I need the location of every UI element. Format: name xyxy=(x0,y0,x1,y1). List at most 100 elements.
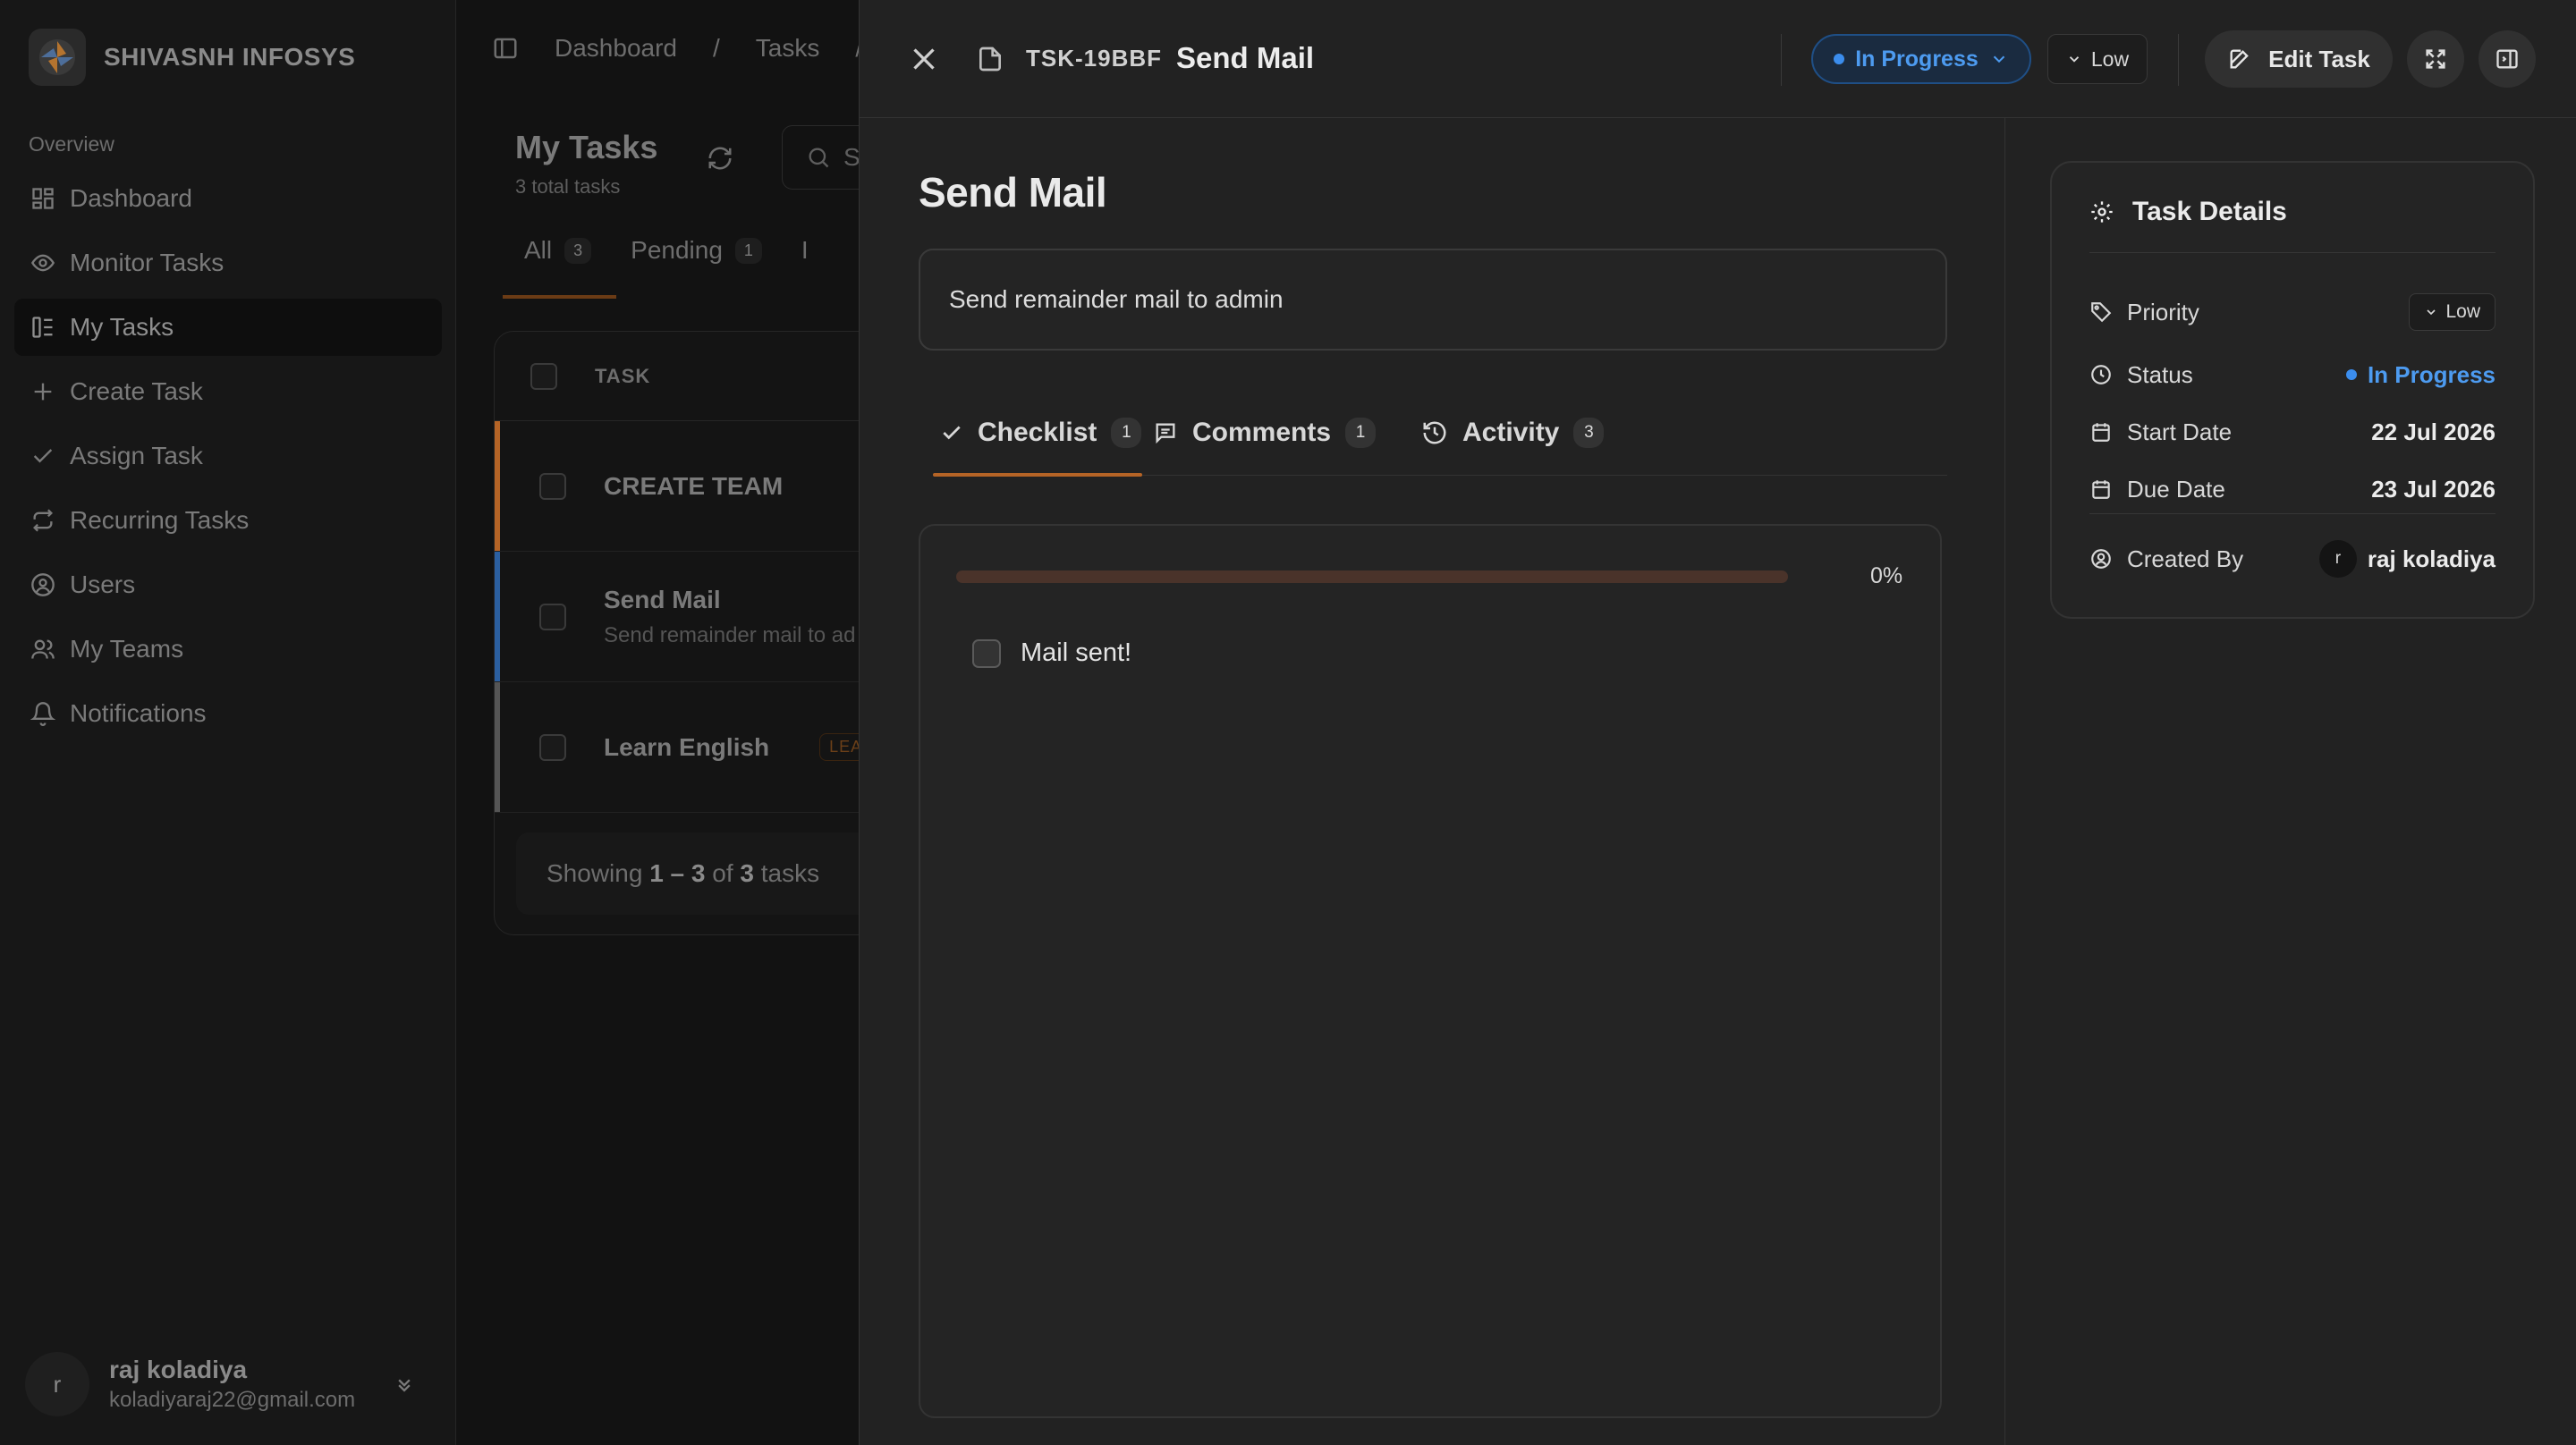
tag-icon xyxy=(2091,302,2112,323)
sidebar-item-label: Assign Task xyxy=(70,442,203,469)
row-checkbox[interactable] xyxy=(539,603,566,630)
bell-icon xyxy=(30,702,55,726)
sidebar-toggle-icon[interactable] xyxy=(492,35,519,62)
detail-row-due-date: Due Date 23 Jul 2026 xyxy=(2089,467,2496,511)
select-all-checkbox[interactable] xyxy=(530,362,557,390)
checklist-item-label: Mail sent! xyxy=(1021,638,1132,667)
breadcrumb-separator: / xyxy=(712,34,720,62)
user-circle-icon xyxy=(31,573,55,596)
sidebar-item-my-tasks[interactable]: My Tasks xyxy=(14,299,442,356)
task-details-title: Task Details xyxy=(2132,197,2287,226)
created-by-name: raj koladiya xyxy=(2367,545,2496,572)
brand[interactable]: SHIVASNH INFOSYS xyxy=(29,29,355,86)
chevron-down-icon xyxy=(2427,309,2436,316)
drawer-header: TSK-19BBF Send Mail In Progress Low Edit… xyxy=(860,0,2576,118)
checklist-panel: 0% Mail sent! xyxy=(919,524,1942,1418)
calendar-icon xyxy=(2092,423,2110,442)
user-name: raj koladiya xyxy=(109,1356,248,1383)
edit-task-label: Edit Task xyxy=(2268,45,2370,72)
showing-range: 1 – 3 xyxy=(649,859,706,887)
tab-comments[interactable]: Comments 1 xyxy=(1153,390,1377,476)
breadcrumb-dashboard[interactable]: Dashboard xyxy=(555,34,677,63)
tab-in-progress[interactable]: I xyxy=(801,236,809,299)
sidebar-item-assign-task[interactable]: Assign Task xyxy=(14,427,442,485)
task-id: TSK-19BBF xyxy=(1026,45,1163,72)
priority-label: Priority xyxy=(2127,298,2199,325)
edit-task-button[interactable]: Edit Task xyxy=(2205,30,2393,88)
tab-checklist[interactable]: Checklist 1 xyxy=(933,390,1142,477)
page-title: My Tasks xyxy=(515,129,658,165)
priority-label: Low xyxy=(2090,46,2130,71)
search-icon xyxy=(809,148,829,168)
close-icon[interactable] xyxy=(908,43,940,75)
task-filter-tabs: All 3 Pending 1 I xyxy=(502,236,809,299)
sidebar-item-label: Dashboard xyxy=(70,184,192,212)
showing-prefix: Showing xyxy=(547,859,643,887)
task-details-card: Task Details Priority Low Status In Prog… xyxy=(2050,161,2535,619)
breadcrumb: Dashboard / Tasks / xyxy=(492,34,860,63)
sidebar-item-label: Monitor Tasks xyxy=(70,249,225,276)
tab-label: Pending xyxy=(631,236,723,264)
tab-pending[interactable]: Pending 1 xyxy=(631,236,762,299)
tab-count: 1 xyxy=(1111,418,1142,448)
table-row[interactable]: CREATE TEAM xyxy=(495,421,860,552)
user-circle-icon xyxy=(2091,549,2111,569)
checklist-item-checkbox[interactable] xyxy=(972,638,1001,668)
refresh-icon[interactable] xyxy=(707,145,733,172)
row-checkbox[interactable] xyxy=(539,472,566,500)
tab-label: All xyxy=(524,236,553,264)
sidebar-item-notifications[interactable]: Notifications xyxy=(14,685,442,742)
start-date-value: 22 Jul 2026 xyxy=(2371,418,2496,445)
tab-all[interactable]: All 3 xyxy=(502,236,617,299)
showing-suffix: tasks xyxy=(760,859,820,887)
tab-count: 3 xyxy=(564,237,592,264)
row-accent xyxy=(495,421,500,551)
sidebar-item-recurring-tasks[interactable]: Recurring Tasks xyxy=(14,492,442,549)
row-title: CREATE TEAM xyxy=(604,471,784,500)
task-title: Send Mail xyxy=(919,169,1107,215)
sidebar-item-dashboard[interactable]: Dashboard xyxy=(14,170,442,227)
search-input[interactable]: S xyxy=(782,125,860,190)
tab-count: 1 xyxy=(1345,418,1377,448)
plus-icon xyxy=(34,383,52,401)
table-header: TASK xyxy=(495,332,860,421)
table-row[interactable]: Send Mail Send remainder mail to ad xyxy=(495,552,860,682)
drawer-side-panel: Task Details Priority Low Status In Prog… xyxy=(2004,118,2576,1445)
column-header-task: TASK xyxy=(595,364,651,387)
sidebar-item-create-task[interactable]: Create Task xyxy=(14,363,442,420)
priority-dropdown[interactable]: Low xyxy=(2047,34,2148,84)
sidebar-item-label: Create Task xyxy=(70,377,203,405)
table-row[interactable]: Learn English LEARNIN xyxy=(495,682,860,813)
breadcrumb-tasks[interactable]: Tasks xyxy=(756,34,820,63)
showing-of: of xyxy=(712,859,733,887)
tab-activity[interactable]: Activity 3 xyxy=(1421,390,1605,476)
status-dropdown[interactable]: In Progress xyxy=(1811,34,2031,84)
sidebar-item-label: Users xyxy=(70,570,136,598)
sidebar-item-users[interactable]: Users xyxy=(14,556,442,613)
history-icon xyxy=(1423,421,1446,444)
avatar: r xyxy=(2318,540,2357,578)
task-details-heading: Task Details xyxy=(2089,197,2287,227)
calendar-icon xyxy=(2092,480,2110,499)
comment-icon xyxy=(1156,423,1175,444)
page-subtitle: 3 total tasks xyxy=(515,175,621,198)
task-detail-drawer: TSK-19BBF Send Mail In Progress Low Edit… xyxy=(859,0,2576,1445)
detail-label: Status xyxy=(2089,361,2193,389)
detail-row-created-by: Created By r raj koladiya xyxy=(2089,537,2496,581)
divider xyxy=(2089,513,2496,514)
task-description[interactable]: Send remainder mail to admin xyxy=(919,249,1947,351)
sidebar-item-monitor-tasks[interactable]: Monitor Tasks xyxy=(14,234,442,292)
sidebar-item-my-teams[interactable]: My Teams xyxy=(14,621,442,678)
sidebar-item-label: My Teams xyxy=(70,635,184,663)
status-dot xyxy=(1834,54,1845,64)
checklist-item[interactable]: Mail sent! xyxy=(972,638,1131,668)
check-icon xyxy=(943,426,961,440)
user-menu[interactable]: r raj koladiya koladiyaraj22@gmail.com xyxy=(25,1348,436,1420)
expand-icon xyxy=(2426,49,2445,69)
row-checkbox[interactable] xyxy=(539,733,566,761)
toggle-panel-button[interactable] xyxy=(2479,30,2536,88)
detail-label: Created By xyxy=(2089,545,2243,573)
expand-button[interactable] xyxy=(2407,30,2464,88)
task-tabs: Checklist 1 Comments 1 Activity 3 xyxy=(933,390,1947,477)
priority-dropdown[interactable]: Low xyxy=(2409,293,2496,331)
